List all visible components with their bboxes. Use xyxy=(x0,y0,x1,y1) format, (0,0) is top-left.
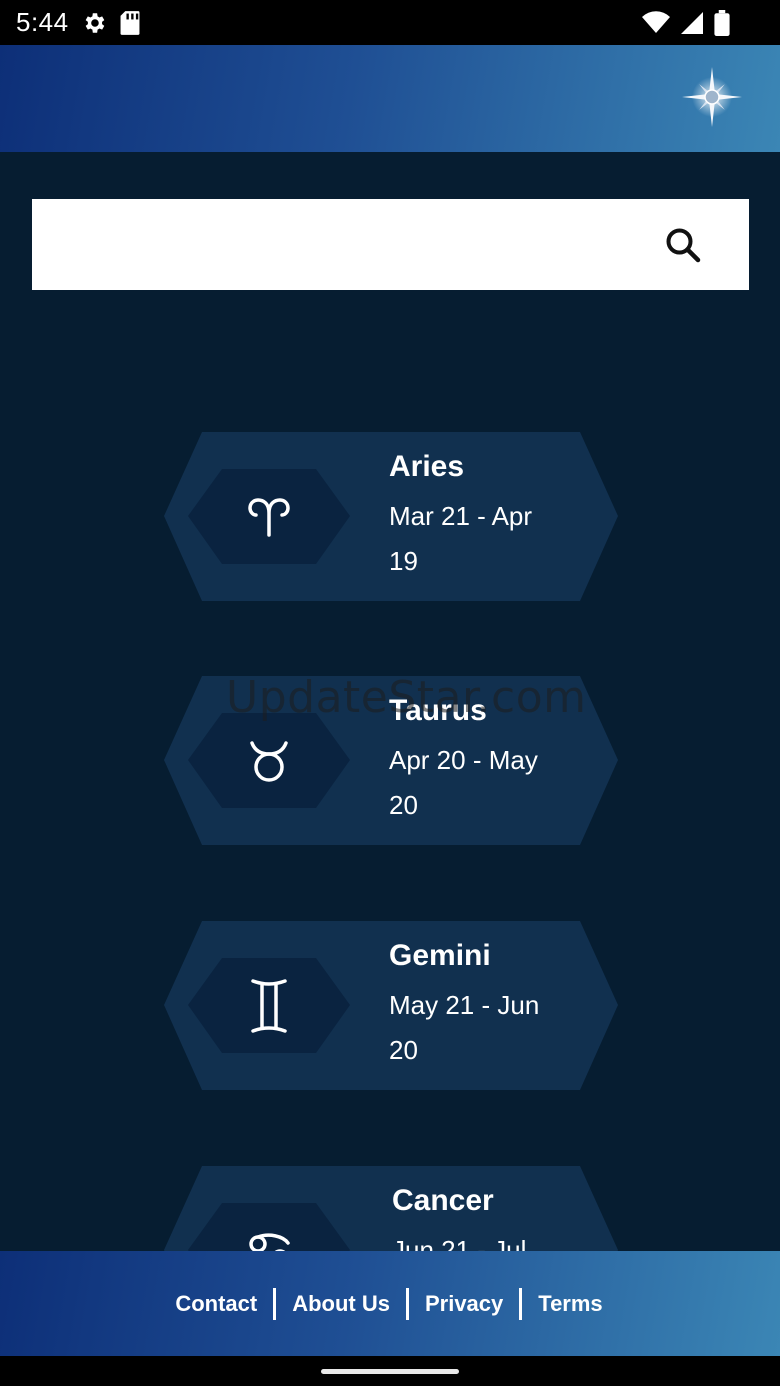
search-icon[interactable] xyxy=(665,227,701,263)
sign-dates: Mar 21 - Apr 19 xyxy=(389,501,533,576)
wifi-icon xyxy=(642,10,670,35)
gear-icon xyxy=(81,10,107,36)
sign-dates: Jun 21 - Jul xyxy=(392,1235,527,1251)
sign-name: Cancer xyxy=(392,1184,494,1217)
status-bar: 5:44 xyxy=(0,0,780,45)
system-nav-bar xyxy=(0,1356,780,1386)
zodiac-card-cancer[interactable]: Cancer Jun 21 - Jul xyxy=(164,1166,618,1251)
footer-link-terms[interactable]: Terms xyxy=(522,1291,618,1317)
battery-icon xyxy=(714,9,730,36)
zodiac-card-gemini[interactable]: Gemini May 21 - Jun 20 xyxy=(164,921,618,1090)
footer-link-contact[interactable]: Contact xyxy=(159,1291,273,1317)
zodiac-card-taurus[interactable]: Taurus Apr 20 - May 20 xyxy=(164,676,618,845)
sign-dates: May 21 - Jun 20 xyxy=(389,990,540,1065)
compass-star-icon[interactable] xyxy=(680,65,744,129)
gemini-icon xyxy=(188,958,350,1053)
taurus-icon xyxy=(188,713,350,808)
aries-icon xyxy=(188,469,350,564)
footer-link-privacy[interactable]: Privacy xyxy=(409,1291,519,1317)
sign-name: Aries xyxy=(389,450,465,483)
cancer-icon xyxy=(188,1203,350,1251)
footer-nav: Contact About Us Privacy Terms xyxy=(159,1287,618,1320)
home-handle[interactable] xyxy=(321,1369,459,1374)
sign-name: Taurus xyxy=(389,694,487,727)
sign-dates: Apr 20 - May 20 xyxy=(389,745,538,820)
search-input[interactable] xyxy=(32,199,632,290)
zodiac-card-aries[interactable]: Aries Mar 21 - Apr 19 xyxy=(164,432,618,601)
search-box xyxy=(32,199,749,290)
sign-name: Gemini xyxy=(389,939,491,972)
sd-card-icon xyxy=(119,10,141,36)
footer-link-about-us[interactable]: About Us xyxy=(276,1291,406,1317)
app-footer: Contact About Us Privacy Terms xyxy=(0,1251,780,1356)
zodiac-list: Aries Mar 21 - Apr 19 Taurus Apr 20 - Ma… xyxy=(0,430,780,1251)
app-header xyxy=(0,45,780,152)
signal-icon xyxy=(680,11,704,35)
status-time: 5:44 xyxy=(16,7,69,37)
